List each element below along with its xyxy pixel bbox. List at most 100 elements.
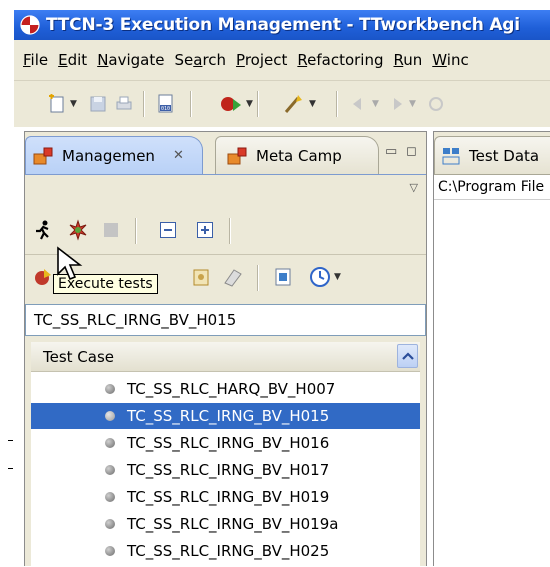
binary-file-icon: 010: [158, 94, 173, 113]
test-data-view: Test Data C:\Program File: [433, 131, 550, 566]
table-row[interactable]: TC_SS_RLC_IRNG_BV_H015: [31, 403, 420, 429]
new-file-icon: [49, 94, 64, 113]
collapse-all-button[interactable]: [158, 220, 178, 240]
margin-tick: [8, 440, 13, 441]
debug-tests-button[interactable]: [66, 218, 90, 242]
test-case-icon: [105, 546, 115, 556]
menu-edit[interactable]: Edit: [58, 51, 87, 69]
report-icon: [275, 268, 291, 286]
window-titlebar[interactable]: TTCN-3 Execution Management - TTworkbenc…: [14, 10, 550, 40]
test-case-icon: [105, 519, 115, 529]
menu-bar: File Edit Navigate Search Project Refactoring…: [14, 40, 550, 81]
menu-refactoring[interactable]: Refactoring: [297, 51, 383, 69]
print-button[interactable]: [114, 92, 134, 116]
toolbar-separator: [257, 265, 258, 291]
forward-nav-button[interactable]: ▼: [386, 92, 416, 116]
new-wizard-button[interactable]: ▼: [47, 92, 77, 116]
table-header[interactable]: Test Case: [31, 342, 420, 372]
campaign-icon: [35, 269, 51, 285]
chevron-down-icon[interactable]: ▼: [409, 99, 416, 109]
execute-tests-button[interactable]: [31, 218, 55, 242]
test-case-icon: [105, 492, 115, 502]
table-row[interactable]: TC_SS_RLC_HARQ_BV_H007: [31, 376, 420, 402]
execution-toolbar: [25, 210, 426, 250]
collapse-all-icon: [160, 222, 176, 238]
test-data-icon: [442, 147, 460, 164]
toolbar-separator: [190, 91, 191, 117]
test-case-name: TC_SS_RLC_IRNG_BV_H016: [127, 434, 330, 452]
chevron-down-icon[interactable]: ▼: [334, 272, 341, 282]
table-row[interactable]: TC_SS_RLC_IRNG_BV_H025: [31, 538, 420, 564]
test-case-icon: [105, 465, 115, 475]
tab-meta-campaign[interactable]: Meta Camp: [215, 136, 379, 174]
close-icon[interactable]: ✕: [173, 148, 184, 163]
back-arrow-icon: [353, 98, 361, 110]
column-header-test-case: Test Case: [43, 347, 115, 366]
stop-button[interactable]: [101, 220, 121, 240]
tab-management-label: Managemen: [62, 146, 155, 165]
menu-navigate[interactable]: Navigate: [97, 51, 164, 69]
menu-run[interactable]: Run: [394, 51, 423, 69]
run-button[interactable]: ▼: [219, 92, 253, 116]
test-case-icon: [105, 384, 115, 394]
eraser-icon: [224, 269, 242, 287]
selected-test-name-field[interactable]: TC_SS_RLC_IRNG_BV_H015: [25, 304, 426, 336]
test-case-name: TC_SS_RLC_HARQ_BV_H007: [127, 380, 336, 398]
app-logo-icon: [20, 15, 40, 35]
window-title: TTCN-3 Execution Management - TTworkbenc…: [46, 15, 520, 35]
table-row[interactable]: TC_SS_RLC_IRNG_BV_H016: [31, 430, 420, 456]
scroll-up-button[interactable]: [397, 344, 418, 368]
test-case-name: TC_SS_RLC_IRNG_BV_H015: [127, 407, 330, 425]
menu-search[interactable]: Search: [174, 51, 226, 69]
toolbar-separator: [143, 91, 144, 117]
clear-button[interactable]: [221, 265, 245, 289]
meta-campaign-icon: [227, 147, 247, 164]
toolbar-separator: [135, 218, 136, 244]
binary-file-button[interactable]: 010: [155, 92, 177, 116]
wand-icon: [284, 95, 302, 113]
view-menu-chevron-icon[interactable]: ▽: [410, 181, 418, 194]
toolbar-separator: [229, 218, 230, 244]
running-man-icon: [36, 220, 49, 240]
test-data-path: C:\Program File: [434, 174, 550, 200]
run-icon: [221, 97, 241, 111]
report-button[interactable]: [271, 265, 295, 289]
toolbar-separator: [336, 91, 337, 117]
chevron-down-icon[interactable]: ▼: [70, 99, 77, 109]
toolbar-separator: [257, 91, 258, 117]
load-parameters-button[interactable]: [189, 265, 213, 289]
parameters-icon: [193, 269, 209, 286]
clock-icon: [310, 267, 331, 287]
management-view-icon: [33, 147, 53, 164]
print-icon: [116, 96, 132, 110]
table-row[interactable]: TC_SS_RLC_IRNG_BV_H019: [31, 484, 420, 510]
mouse-cursor-icon: [57, 246, 83, 281]
chevron-up-icon: [401, 352, 414, 360]
tab-test-data[interactable]: Test Data: [434, 136, 550, 174]
tab-meta-campaign-label: Meta Camp: [256, 146, 342, 165]
expand-all-icon: [197, 222, 213, 238]
left-view-tabstrip: Managemen ✕ Meta Camp ▭ ◻: [25, 132, 426, 174]
right-view-tabstrip: Test Data: [434, 132, 550, 174]
history-button[interactable]: [426, 92, 446, 116]
maximize-icon[interactable]: ◻: [406, 144, 417, 159]
table-row[interactable]: TC_SS_RLC_IRNG_BV_H017: [31, 457, 420, 483]
schedule-button[interactable]: ▼: [305, 265, 345, 289]
tab-management[interactable]: Managemen ✕: [25, 136, 203, 174]
test-management-view: Managemen ✕ Meta Camp ▭ ◻ ▽ ▼ Execute te…: [24, 131, 427, 567]
bug-icon: [69, 219, 87, 241]
chevron-down-icon[interactable]: ▼: [309, 99, 316, 109]
chevron-down-icon[interactable]: ▼: [372, 99, 379, 109]
campaign-button[interactable]: [31, 265, 55, 289]
chevron-down-icon[interactable]: ▼: [246, 99, 253, 109]
menu-file[interactable]: File: [23, 51, 48, 69]
menu-project[interactable]: Project: [236, 51, 287, 69]
expand-all-button[interactable]: [195, 220, 215, 240]
table-row[interactable]: TC_SS_RLC_IRNG_BV_H019a: [31, 511, 420, 537]
minimize-icon[interactable]: ▭: [385, 144, 397, 159]
external-tools-button[interactable]: ▼: [282, 92, 316, 116]
menu-winc[interactable]: Winc: [432, 51, 468, 69]
back-nav-button[interactable]: ▼: [349, 92, 379, 116]
margin-tick: [8, 468, 13, 469]
save-button[interactable]: [88, 92, 108, 116]
